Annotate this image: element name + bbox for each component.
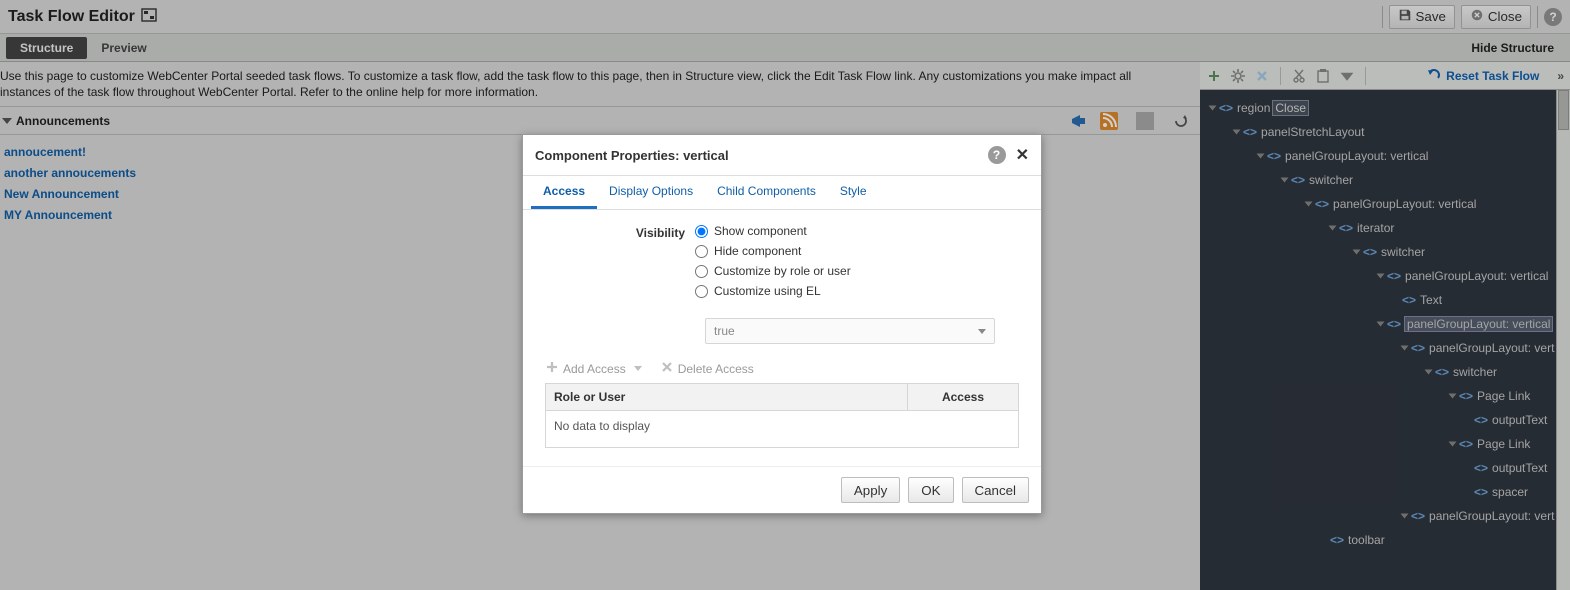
component-properties-dialog: Component Properties: vertical ? ✕ Acces… — [522, 134, 1042, 514]
x-icon — [660, 360, 674, 377]
refresh-icon[interactable] — [1172, 112, 1190, 130]
dialog-help-icon[interactable]: ? — [988, 146, 1006, 164]
cut-icon[interactable] — [1291, 68, 1307, 84]
radio-customize-el[interactable]: Customize using EL — [695, 284, 851, 298]
radio-hide-component[interactable]: Hide component — [695, 244, 851, 258]
el-expression-select[interactable]: true — [705, 318, 995, 344]
add-access-button[interactable]: Add Access — [545, 360, 642, 377]
close-button[interactable]: Close — [1461, 5, 1531, 29]
apply-button[interactable]: Apply — [841, 477, 900, 503]
tree-node[interactable]: <>panelGroupLayout: vertical — [1206, 192, 1570, 216]
tree-node[interactable]: <>panelGroupLayout: vertical — [1206, 144, 1570, 168]
tree-node[interactable]: <>Page Link — [1206, 384, 1570, 408]
access-table: Role or User Access No data to display — [545, 383, 1019, 448]
section-title: Announcements — [16, 114, 110, 128]
dropdown-caret-icon[interactable] — [1339, 68, 1355, 84]
plus-icon — [545, 360, 559, 377]
tree-node[interactable]: <>panelGroupLayout: vert — [1206, 504, 1570, 528]
dialog-title: Component Properties: vertical — [535, 148, 729, 163]
dialog-close-icon[interactable]: ✕ — [1016, 145, 1029, 165]
tab-style[interactable]: Style — [828, 176, 879, 209]
tab-structure[interactable]: Structure — [6, 37, 87, 59]
floppy-icon — [1398, 8, 1412, 25]
tree-node[interactable]: <>outputText — [1206, 456, 1570, 480]
close-label: Close — [1488, 9, 1522, 24]
info-text: Use this page to customize WebCenter Por… — [0, 62, 1200, 107]
gear-icon[interactable] — [1230, 68, 1246, 84]
tree-node[interactable]: <>panelGroupLayout: vert — [1206, 336, 1570, 360]
reset-label: Reset Task Flow — [1446, 69, 1539, 83]
megaphone-icon[interactable] — [1070, 112, 1088, 130]
view-tabs: Structure Preview Hide Structure — [0, 34, 1570, 62]
tree-node[interactable]: <>switcher — [1206, 168, 1570, 192]
taskflow-glyph-icon — [141, 7, 157, 26]
save-label: Save — [1416, 9, 1446, 24]
add-access-label: Add Access — [563, 362, 626, 376]
tree-node[interactable]: <>outputText — [1206, 408, 1570, 432]
tab-preview[interactable]: Preview — [87, 37, 160, 59]
paste-icon[interactable] — [1315, 68, 1331, 84]
disclosure-icon[interactable] — [2, 118, 12, 124]
ok-button[interactable]: OK — [908, 477, 953, 503]
radio-show-component[interactable]: Show component — [695, 224, 851, 238]
tree-node[interactable]: <>iterator — [1206, 216, 1570, 240]
component-tree: <> region Close <>panelStretchLayout <>p… — [1200, 90, 1570, 590]
tab-child-components[interactable]: Child Components — [705, 176, 828, 209]
save-button[interactable]: Save — [1389, 5, 1455, 29]
undo-icon — [1426, 66, 1442, 85]
delete-access-label: Delete Access — [678, 362, 754, 376]
collapse-panel-icon[interactable]: » — [1557, 69, 1564, 83]
tab-display-options[interactable]: Display Options — [597, 176, 705, 209]
tree-node[interactable]: <>toolbar — [1206, 528, 1570, 552]
chevron-down-icon — [634, 366, 642, 371]
visibility-label: Visibility — [545, 224, 695, 240]
close-circle-icon — [1470, 8, 1484, 25]
add-icon[interactable] — [1206, 68, 1222, 84]
tree-node-region[interactable]: <> region Close — [1206, 96, 1570, 120]
delete-icon[interactable] — [1254, 68, 1270, 84]
hide-structure-link[interactable]: Hide Structure — [1471, 41, 1570, 55]
radio-customize-role[interactable]: Customize by role or user — [695, 264, 851, 278]
tree-node[interactable]: <>switcher — [1206, 360, 1570, 384]
tree-node[interactable]: <>switcher — [1206, 240, 1570, 264]
topbar: Task Flow Editor Save Close ? — [0, 0, 1570, 34]
tree-node[interactable]: <>spacer — [1206, 480, 1570, 504]
announcements-header[interactable]: Announcements — [0, 107, 1200, 135]
cancel-button[interactable]: Cancel — [962, 477, 1030, 503]
help-icon[interactable]: ? — [1544, 8, 1562, 26]
tab-access[interactable]: Access — [531, 176, 597, 209]
table-empty-text: No data to display — [546, 411, 1018, 447]
tree-node[interactable]: <>Page Link — [1206, 432, 1570, 456]
dialog-tabs: Access Display Options Child Components … — [523, 176, 1041, 210]
tree-node[interactable]: <>panelStretchLayout — [1206, 120, 1570, 144]
structure-panel: Reset Task Flow » <> region Close <>pane… — [1200, 62, 1570, 590]
col-access: Access — [908, 384, 1018, 410]
tree-node[interactable]: <>panelGroupLayout: vertical — [1206, 264, 1570, 288]
delete-access-button[interactable]: Delete Access — [660, 360, 754, 377]
page-title: Task Flow Editor — [8, 8, 135, 26]
structure-toolbar: Reset Task Flow » — [1200, 62, 1570, 90]
reset-taskflow-button[interactable]: Reset Task Flow — [1426, 66, 1539, 85]
rss-icon[interactable] — [1100, 112, 1118, 130]
tree-node-selected[interactable]: <>panelGroupLayout: vertical — [1206, 312, 1570, 336]
tree-node[interactable]: <>Text — [1206, 288, 1570, 312]
el-value: true — [714, 324, 735, 338]
col-role: Role or User — [546, 384, 908, 410]
region-badge: Close — [1272, 100, 1309, 116]
structure-scrollbar[interactable] — [1556, 90, 1570, 590]
chevron-down-icon — [978, 329, 986, 334]
